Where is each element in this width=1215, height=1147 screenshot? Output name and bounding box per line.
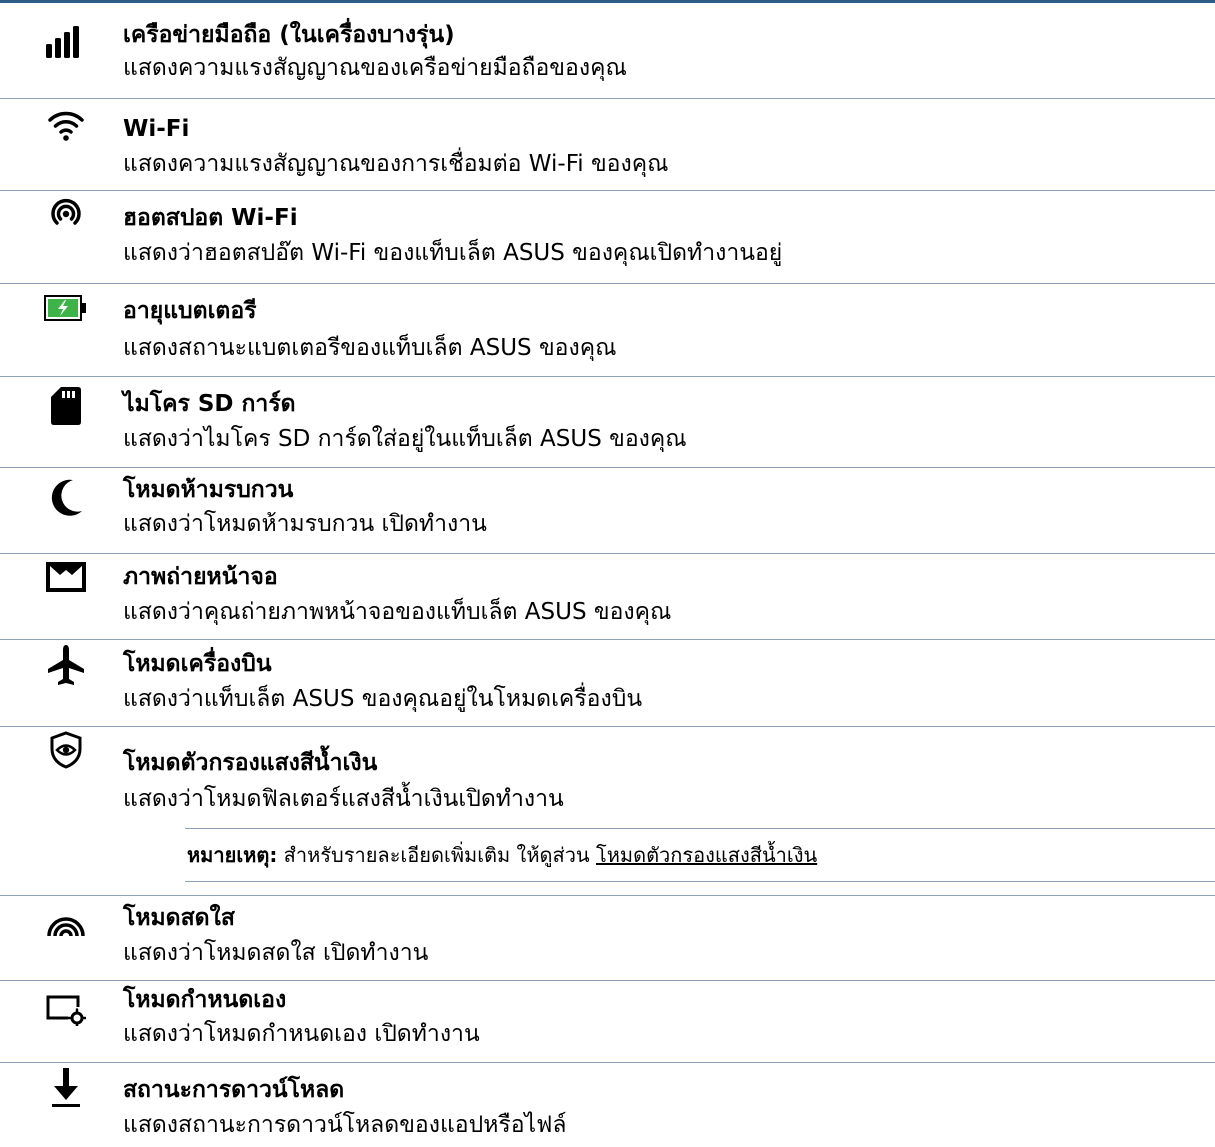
separator [0, 283, 1215, 284]
hotspot-icon [44, 192, 88, 236]
wifi-icon [44, 104, 88, 148]
item-title: ฮอตสปอต Wi-Fi [123, 205, 298, 231]
item-description: แสดงความแรงสัญญาณของการเชื่อมต่อ Wi-Fi ข… [123, 151, 669, 177]
item-title: โหมดสดใส [123, 905, 235, 931]
eye-shield-icon [44, 728, 88, 772]
separator [0, 376, 1215, 377]
item-description: แสดงว่าโหมดห้ามรบกวน เปิดทำงาน [123, 511, 487, 537]
item-title: ไมโคร SD การ์ด [123, 391, 296, 417]
note-link-blue-light-filter[interactable]: โหมดตัวกรองแสงสีน้ำเงิน [596, 843, 817, 867]
note-text: หมายเหตุ: สำหรับรายละเอียดเพิ่มเติม ให้ด… [187, 841, 817, 869]
item-description: แสดงสถานะการดาวน์โหลดของแอปหรือไฟล์ [123, 1112, 567, 1138]
signal-bars-icon [44, 20, 88, 64]
item-description: แสดงว่าโหมดฟิลเตอร์แสงสีน้ำเงินเปิดทำงาน [123, 786, 564, 812]
item-title: โหมดเครื่องบิน [123, 651, 272, 677]
item-title: ภาพถ่ายหน้าจอ [123, 564, 278, 590]
screenshot-icon [44, 555, 88, 599]
download-icon [44, 1066, 88, 1110]
item-title: โหมดตัวกรองแสงสีน้ำเงิน [123, 750, 378, 776]
separator [0, 639, 1215, 640]
item-description: แสดงว่าโหมดกำหนดเอง เปิดทำงาน [123, 1021, 480, 1047]
item-description: แสดงความแรงสัญญาณของเครือข่ายมือถือของคุ… [123, 55, 627, 81]
item-title: เครือข่ายมือถือ (ในเครื่องบางรุ่น) [123, 22, 455, 48]
item-description: แสดงว่าโหมดสดใส เปิดทำงาน [123, 940, 429, 966]
note-body: สำหรับรายละเอียดเพิ่มเติม ให้ดูส่วน [277, 843, 596, 867]
separator [0, 190, 1215, 191]
item-title: อายุแบตเตอรี [123, 298, 257, 324]
battery-charging-icon [44, 286, 88, 330]
item-description: แสดงสถานะแบตเตอรีของแท็บเล็ต ASUS ของคุณ [123, 335, 617, 361]
item-title: Wi-Fi [123, 116, 190, 142]
item-title: โหมดกำหนดเอง [123, 987, 287, 1013]
note-box: หมายเหตุ: สำหรับรายละเอียดเพิ่มเติม ให้ด… [185, 828, 1215, 882]
note-rule-top [185, 828, 1215, 829]
separator [0, 895, 1215, 896]
item-title: โหมดห้ามรบกวน [123, 477, 294, 503]
separator [0, 553, 1215, 554]
item-description: แสดงว่าไมโคร SD การ์ดใส่อยู่ในแท็บเล็ต A… [123, 426, 687, 452]
separator [0, 1062, 1215, 1063]
separator [0, 726, 1215, 727]
custom-mode-icon [44, 988, 88, 1032]
item-title: สถานะการดาวน์โหลด [123, 1077, 345, 1103]
moon-icon [44, 476, 88, 520]
sd-card-icon [44, 384, 88, 428]
top-rule [0, 0, 1215, 3]
separator [0, 467, 1215, 468]
note-rule-bottom [185, 881, 1215, 882]
separator [0, 980, 1215, 981]
note-label: หมายเหตุ: [187, 843, 278, 867]
item-description: แสดงว่าคุณถ่ายภาพหน้าจอของแท็บเล็ต ASUS … [123, 599, 672, 625]
vivid-mode-icon [44, 904, 88, 948]
separator [0, 98, 1215, 99]
item-description: แสดงว่าแท็บเล็ต ASUS ของคุณอยู่ในโหมดเคร… [123, 686, 643, 712]
airplane-icon [44, 644, 88, 688]
item-description: แสดงว่าฮอตสปอ๊ต Wi-Fi ของแท็บเล็ต ASUS ข… [123, 240, 783, 266]
